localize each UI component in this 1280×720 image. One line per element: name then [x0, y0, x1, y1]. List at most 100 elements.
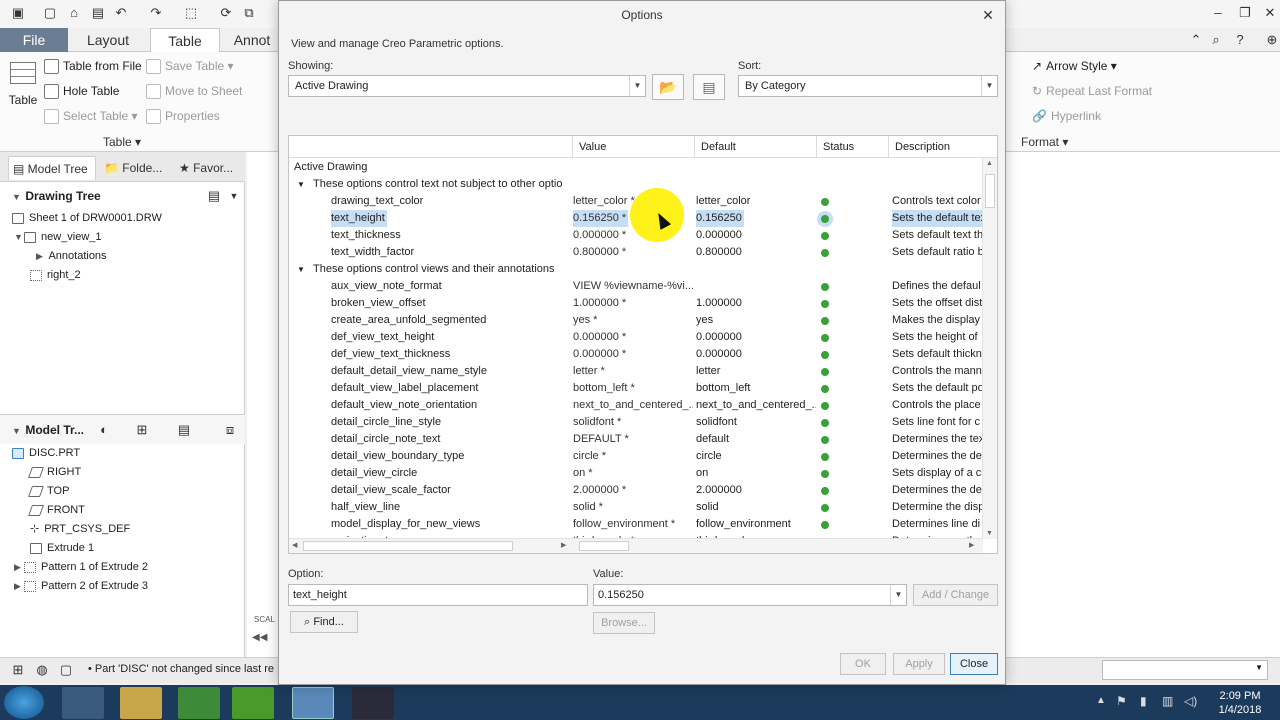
collapse-ribbon-icon[interactable]: ⌃ [1188, 32, 1204, 48]
tab-model-tree[interactable]: ▤ Model Tree [8, 156, 96, 180]
tab-favorites[interactable]: ★ Favor... [175, 156, 245, 180]
scroll-left-icon[interactable]: ◀◀ [252, 632, 267, 643]
properties-button[interactable]: Properties [146, 106, 220, 126]
column-header-name[interactable] [289, 136, 573, 158]
tray-battery-icon[interactable]: ▮ [1140, 694, 1147, 708]
restore-icon[interactable]: ❐ [1237, 5, 1253, 21]
horizontal-scroll-thumb[interactable] [303, 541, 513, 551]
value-dropdown[interactable]: 0.156250 ▼ [593, 584, 907, 606]
window-icon[interactable]: ▢ [58, 662, 74, 678]
apply-button[interactable]: Apply [893, 653, 945, 675]
format-group-label[interactable]: Format ▾ [1021, 135, 1068, 149]
show-icon[interactable]: ◐ [96, 422, 112, 438]
window-close-icon[interactable]: ✕ [1262, 5, 1278, 21]
clock[interactable]: 2:09 PM 1/4/2018 [1212, 689, 1268, 717]
taskbar-chrome-icon[interactable] [232, 687, 274, 719]
option-row[interactable]: detail_view_boundary_type circle * circle D… [289, 448, 983, 465]
option-row[interactable]: create_area_unfold_segmented yes * yes Make… [289, 312, 983, 329]
help-menu-icon[interactable]: ⊕ [1264, 32, 1280, 48]
scroll-up-icon[interactable]: ▲ [986, 160, 993, 167]
scroll-down-icon[interactable]: ▼ [986, 530, 993, 537]
browse-button[interactable]: Browse... [593, 612, 655, 634]
tree-settings-icon[interactable]: ▤ [176, 422, 192, 438]
sort-dropdown[interactable]: By Category ▼ [738, 75, 998, 97]
drawing-tree-item[interactable]: ▶ Annotations [36, 247, 107, 266]
open-config-icon[interactable]: 📂 [652, 74, 684, 100]
add-change-button[interactable]: Add / Change [913, 584, 998, 606]
select-box-icon[interactable]: ⬚ [183, 5, 199, 21]
save-config-icon[interactable]: ▤ [693, 74, 725, 100]
redo-icon[interactable]: ↷ [148, 5, 164, 21]
drawing-canvas-right[interactable] [1006, 152, 1280, 657]
browser-icon[interactable]: ◍ [34, 662, 50, 678]
tree-columns-icon[interactable]: ⊞ [134, 422, 150, 438]
select-table-button[interactable]: Select Table ▾ [44, 106, 138, 126]
drawing-tree-item[interactable]: Sheet 1 of DRW0001.DRW [12, 209, 162, 228]
scroll-left-icon[interactable]: ◀ [292, 541, 297, 549]
option-row[interactable]: model_display_for_new_views follow_enviro… [289, 516, 983, 533]
model-tree-item[interactable]: ▶ Pattern 2 of Extrude 3 [14, 577, 148, 596]
option-row[interactable]: detail_view_circle on * on Sets display of … [289, 465, 984, 482]
close-button[interactable]: Close [950, 653, 998, 675]
model-tree-item[interactable]: RIGHT [27, 463, 81, 482]
repeat-last-format-button[interactable]: ↻ Repeat Last Format [1032, 81, 1152, 101]
grid-icon[interactable]: ⊞ [10, 662, 26, 678]
showing-dropdown[interactable]: Active Drawing ▼ [288, 75, 646, 97]
scroll-right-icon[interactable]: ▶ [561, 541, 566, 549]
horizontal-scroll-thumb-2[interactable] [579, 541, 629, 551]
horizontal-scrollbar[interactable]: ◀ ▶ ▶ [289, 538, 983, 553]
drawing-tree-item[interactable]: ▼ new_view_1 [14, 228, 102, 247]
table-group-label[interactable]: Table ▾ [103, 135, 141, 149]
arrow-style-button[interactable]: ↗ Arrow Style ▾ [1032, 56, 1117, 76]
drawing-tree-item[interactable]: right_2 [30, 266, 81, 285]
windows-icon[interactable]: ⧉ [241, 5, 257, 21]
option-row[interactable]: broken_view_offset 1.000000 * 1.000000 Sets… [289, 295, 983, 312]
drawing-tree-header[interactable]: ▼ Drawing Tree [12, 189, 101, 203]
move-to-sheet-button[interactable]: Move to Sheet [146, 81, 242, 101]
search-icon[interactable]: ⌕ [1208, 32, 1224, 48]
model-tree-item[interactable]: ▶ Pattern 1 of Extrude 2 [14, 558, 148, 577]
taskbar-explorer-icon[interactable] [120, 687, 162, 719]
option-row[interactable]: default_detail_view_name_style letter * le… [289, 363, 983, 380]
taskbar-creo-icon[interactable] [292, 687, 334, 719]
taskbar-utorrent-icon[interactable] [178, 687, 220, 719]
tab-folder-browser[interactable]: 📁 Folde... [100, 156, 168, 180]
option-row[interactable]: def_view_text_thickness 0.000000 * 0.00000… [289, 346, 983, 363]
collapse-icon[interactable]: ▼ [297, 176, 305, 193]
option-row[interactable]: detail_circle_note_text DEFAULT * default D… [289, 431, 984, 448]
taskbar-snipping-icon[interactable] [62, 687, 104, 719]
ok-button[interactable]: OK [840, 653, 886, 675]
taskbar-app-icon[interactable] [352, 687, 394, 719]
column-header-description[interactable]: Description [889, 136, 997, 158]
option-row[interactable]: aux_view_note_format VIEW %viewname-%vi..… [289, 278, 983, 295]
column-header-default[interactable]: Default [695, 136, 817, 158]
dialog-close-icon[interactable]: ✕ [979, 6, 997, 24]
option-row[interactable]: default_view_label_placement bottom_left … [289, 380, 984, 397]
tab-annotate[interactable]: Annot [226, 28, 278, 52]
help-icon[interactable]: ? [1232, 32, 1248, 48]
vertical-scroll-thumb[interactable] [985, 174, 995, 208]
save-icon[interactable]: ▤ [90, 5, 106, 21]
tab-layout[interactable]: Layout [74, 28, 142, 52]
model-tree-item[interactable]: FRONT [27, 501, 85, 520]
column-header-value[interactable]: Value [573, 136, 695, 158]
tree-settings-icon[interactable]: ▤ [206, 188, 222, 204]
selection-filter-dropdown[interactable]: ▼ [1102, 660, 1268, 680]
tray-volume-icon[interactable]: ◁) [1184, 694, 1197, 708]
tree-filter-icon[interactable]: ⧈ [222, 422, 238, 438]
option-group-row[interactable]: ▼ These options control text not subject … [289, 176, 983, 193]
tree-settings-dropdown-icon[interactable]: ▼ [226, 188, 242, 204]
collapse-icon[interactable]: ▼ [297, 261, 305, 278]
option-row[interactable]: default_view_note_orientation next_to_and… [289, 397, 983, 414]
hyperlink-button[interactable]: 🔗 Hyperlink [1032, 106, 1101, 126]
tab-table[interactable]: Table [150, 28, 220, 53]
scroll-right-icon[interactable]: ▶ [969, 541, 974, 549]
minimize-icon[interactable]: – [1210, 5, 1226, 21]
option-row[interactable]: detail_view_scale_factor 2.000000 * 2.0000… [289, 482, 983, 499]
option-row[interactable]: detail_circle_line_style solidfont * solid… [289, 414, 983, 431]
table-from-file-button[interactable]: Table from File [44, 56, 142, 76]
regenerate-icon[interactable]: ⟳ [218, 5, 234, 21]
model-tree-item[interactable]: Extrude 1 [30, 539, 94, 558]
save-table-button[interactable]: Save Table ▾ [146, 56, 234, 76]
model-tree-item[interactable]: DISC.PRT [12, 444, 80, 463]
